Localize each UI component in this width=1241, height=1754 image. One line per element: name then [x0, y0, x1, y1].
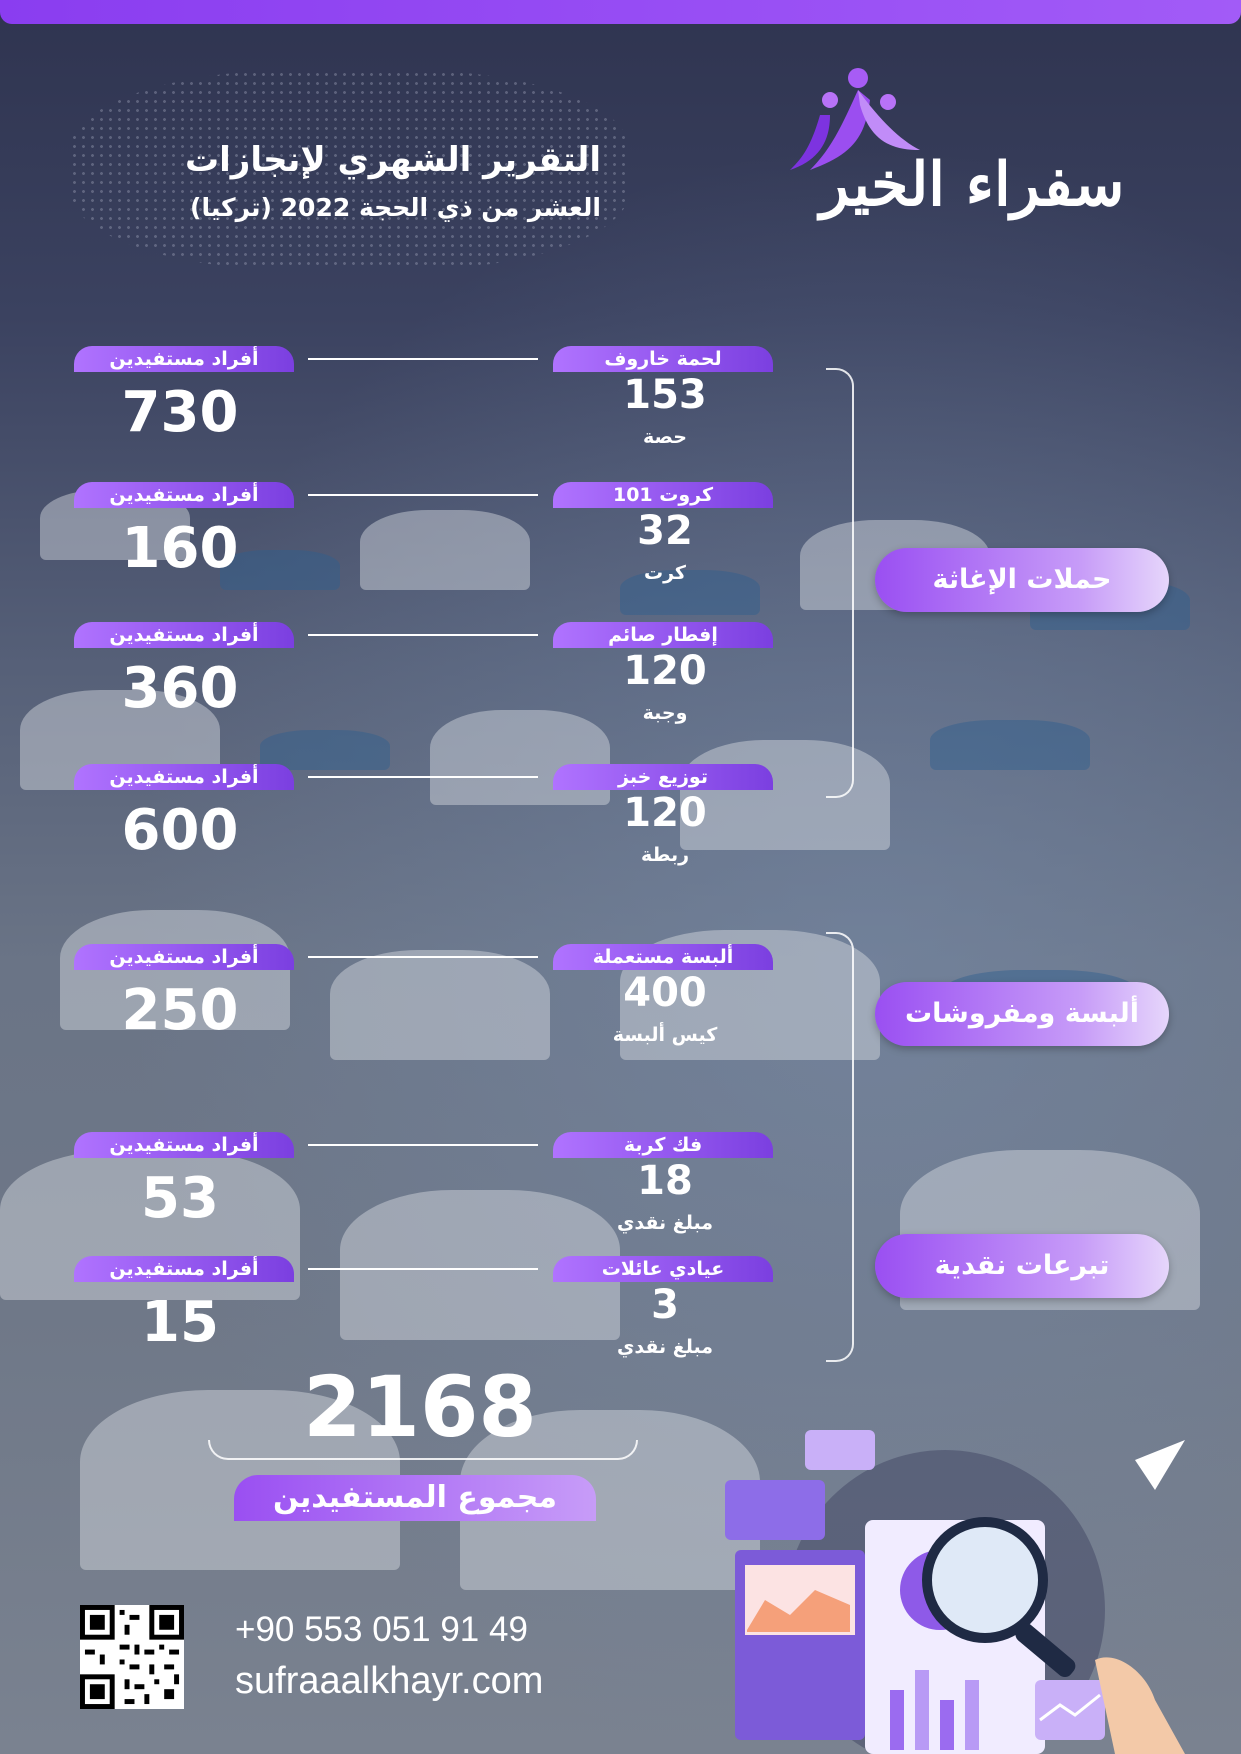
- connector-line: [308, 494, 538, 496]
- beneficiaries-label: أفراد مستفيدين: [74, 346, 294, 372]
- connector-line: [308, 776, 538, 778]
- connector-line: [308, 1144, 538, 1146]
- item-name: فك كربة: [553, 1132, 773, 1158]
- item-row: أفراد مستفيدين كروت 101 160 32 كرت: [0, 482, 800, 612]
- item-quantity: 32: [637, 508, 693, 554]
- item-unit: ربطة: [640, 844, 690, 866]
- item-unit: وجبة: [642, 702, 688, 724]
- item-row: أفراد مستفيدين فك كربة 53 18 مبلغ نقدي: [0, 1132, 800, 1262]
- category-cash-donations: تبرعات نقدية: [875, 1234, 1169, 1298]
- beneficiaries-count: 730: [121, 380, 239, 445]
- item-unit: كرت: [644, 562, 686, 584]
- beneficiaries-label: أفراد مستفيدين: [74, 1132, 294, 1158]
- connector-line: [308, 358, 538, 360]
- category-relief-campaigns: حملات الإغاثة: [875, 548, 1169, 612]
- item-unit: حصة: [643, 426, 687, 448]
- top-accent-bar: [0, 0, 1241, 24]
- item-row: أفراد مستفيدين ألبسة مستعملة 250 400 كيس…: [0, 944, 800, 1074]
- item-unit: كيس ألبسة: [612, 1024, 718, 1046]
- item-row: أفراد مستفيدين إفطار صائم 360 120 وجبة: [0, 622, 800, 752]
- item-name: ألبسة مستعملة: [553, 944, 773, 970]
- item-row: أفراد مستفيدين لحمة خاروف 730 153 حصة: [0, 346, 800, 476]
- beneficiaries-count: 250: [121, 978, 239, 1043]
- category-clothing-furnishings: ألبسة ومفروشات: [875, 982, 1169, 1046]
- beneficiaries-label: أفراد مستفيدين: [74, 482, 294, 508]
- analytics-illustration: [725, 1430, 1185, 1754]
- item-quantity: 153: [623, 372, 707, 418]
- connector-line: [308, 1268, 538, 1270]
- item-name: عيادي عائلات: [553, 1256, 773, 1282]
- beneficiaries-count: 160: [121, 516, 239, 581]
- item-quantity: 120: [623, 648, 707, 694]
- beneficiaries-label: أفراد مستفيدين: [74, 622, 294, 648]
- clothing-cash-bracket: [826, 932, 854, 1362]
- beneficiaries-count: 600: [121, 798, 239, 863]
- total-underline: [208, 1440, 638, 1460]
- connector-line: [308, 956, 538, 958]
- report-title: التقرير الشهري لإنجازات: [184, 140, 601, 180]
- beneficiaries-label: أفراد مستفيدين: [74, 764, 294, 790]
- item-quantity: 3: [651, 1282, 679, 1328]
- report-subtitle: العشر من ذي الحجة 2022 (تركيا): [190, 193, 601, 222]
- item-name: إفطار صائم: [553, 622, 773, 648]
- item-name: لحمة خاروف: [553, 346, 773, 372]
- item-name: كروت 101: [553, 482, 773, 508]
- phone-number[interactable]: +90 553 051 91 49: [235, 1610, 528, 1650]
- logo-wordmark: سفراء الخير: [820, 150, 1126, 220]
- connector-line: [308, 634, 538, 636]
- website-link[interactable]: sufraaalkhayr.com: [235, 1660, 543, 1703]
- item-row: أفراد مستفيدين توزيع خبز 600 120 ربطة: [0, 764, 800, 894]
- beneficiaries-count: 15: [141, 1290, 219, 1355]
- beneficiaries-count: 360: [121, 656, 239, 721]
- beneficiaries-label: أفراد مستفيدين: [74, 1256, 294, 1282]
- item-quantity: 18: [637, 1158, 693, 1204]
- item-quantity: 400: [623, 970, 707, 1016]
- item-unit: مبلغ نقدي: [616, 1336, 714, 1358]
- beneficiaries-count: 53: [141, 1166, 219, 1231]
- qr-code[interactable]: [80, 1605, 184, 1709]
- beneficiaries-label: أفراد مستفيدين: [74, 944, 294, 970]
- item-quantity: 120: [623, 790, 707, 836]
- item-name: توزيع خبز: [553, 764, 773, 790]
- total-beneficiaries-label: مجموع المستفيدين: [234, 1475, 596, 1521]
- relief-bracket: [826, 368, 854, 798]
- item-unit: مبلغ نقدي: [616, 1212, 714, 1234]
